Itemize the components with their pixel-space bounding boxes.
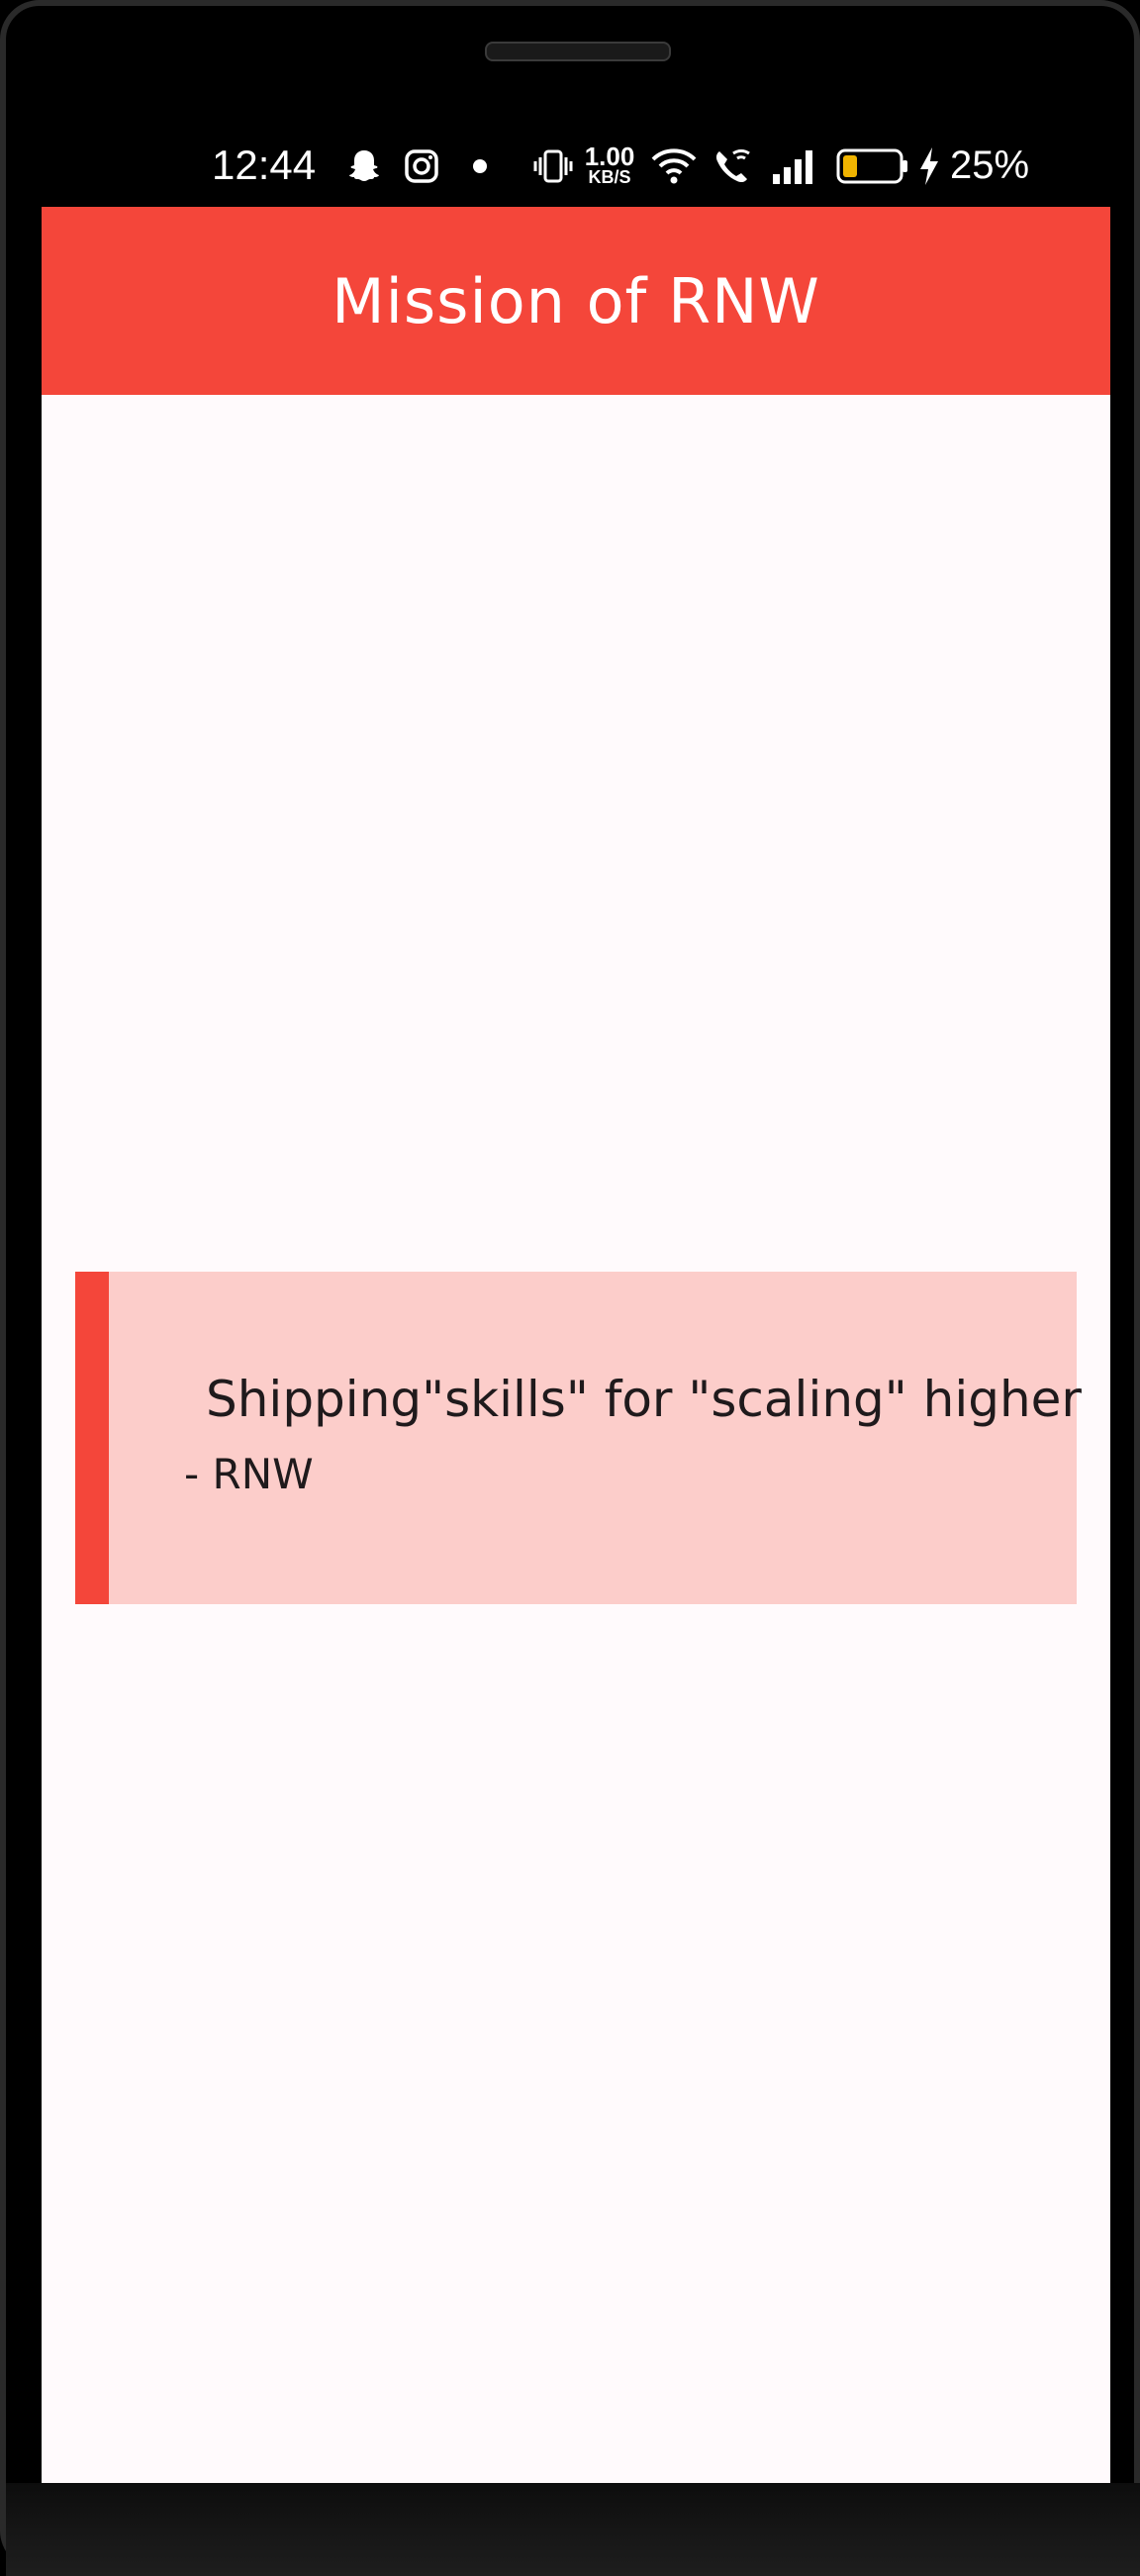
app-bar-title: Mission of RNW bbox=[332, 264, 820, 337]
network-speed-unit: KB/S bbox=[588, 167, 631, 187]
network-speed: 1.00 KB/S bbox=[582, 142, 637, 187]
bottom-bezel bbox=[6, 2483, 1140, 2576]
quote-card: Shipping"skills" for "scaling" higher - … bbox=[75, 1272, 1082, 1604]
quote-accent-bar bbox=[75, 1272, 109, 1604]
status-bar: 12:44 1.00 KB/S 25% bbox=[6, 133, 1140, 202]
earpiece-speaker bbox=[485, 42, 671, 61]
wifi-calling-icon bbox=[711, 144, 756, 188]
signal-icon bbox=[770, 144, 819, 188]
dot-icon bbox=[467, 144, 493, 188]
phone-frame: 12:44 1.00 KB/S 25% Mission of RNW Shipp… bbox=[0, 0, 1140, 2576]
quote-author: - RNW bbox=[184, 1450, 314, 1498]
vibrate-icon bbox=[530, 144, 576, 188]
app-bar: Mission of RNW bbox=[42, 207, 1110, 395]
charging-icon bbox=[914, 144, 944, 188]
snapchat-icon bbox=[342, 144, 386, 188]
quote-text: Shipping"skills" for "scaling" higher bbox=[206, 1371, 1082, 1428]
network-speed-value: 1.00 bbox=[584, 142, 635, 171]
battery-percentage: 25% bbox=[950, 143, 1030, 187]
app-screen: Mission of RNW Shipping"skills" for "sca… bbox=[42, 207, 1110, 2483]
wifi-icon bbox=[647, 144, 701, 188]
status-time: 12:44 bbox=[212, 142, 317, 188]
battery-icon bbox=[835, 144, 910, 188]
instagram-icon bbox=[400, 144, 443, 188]
